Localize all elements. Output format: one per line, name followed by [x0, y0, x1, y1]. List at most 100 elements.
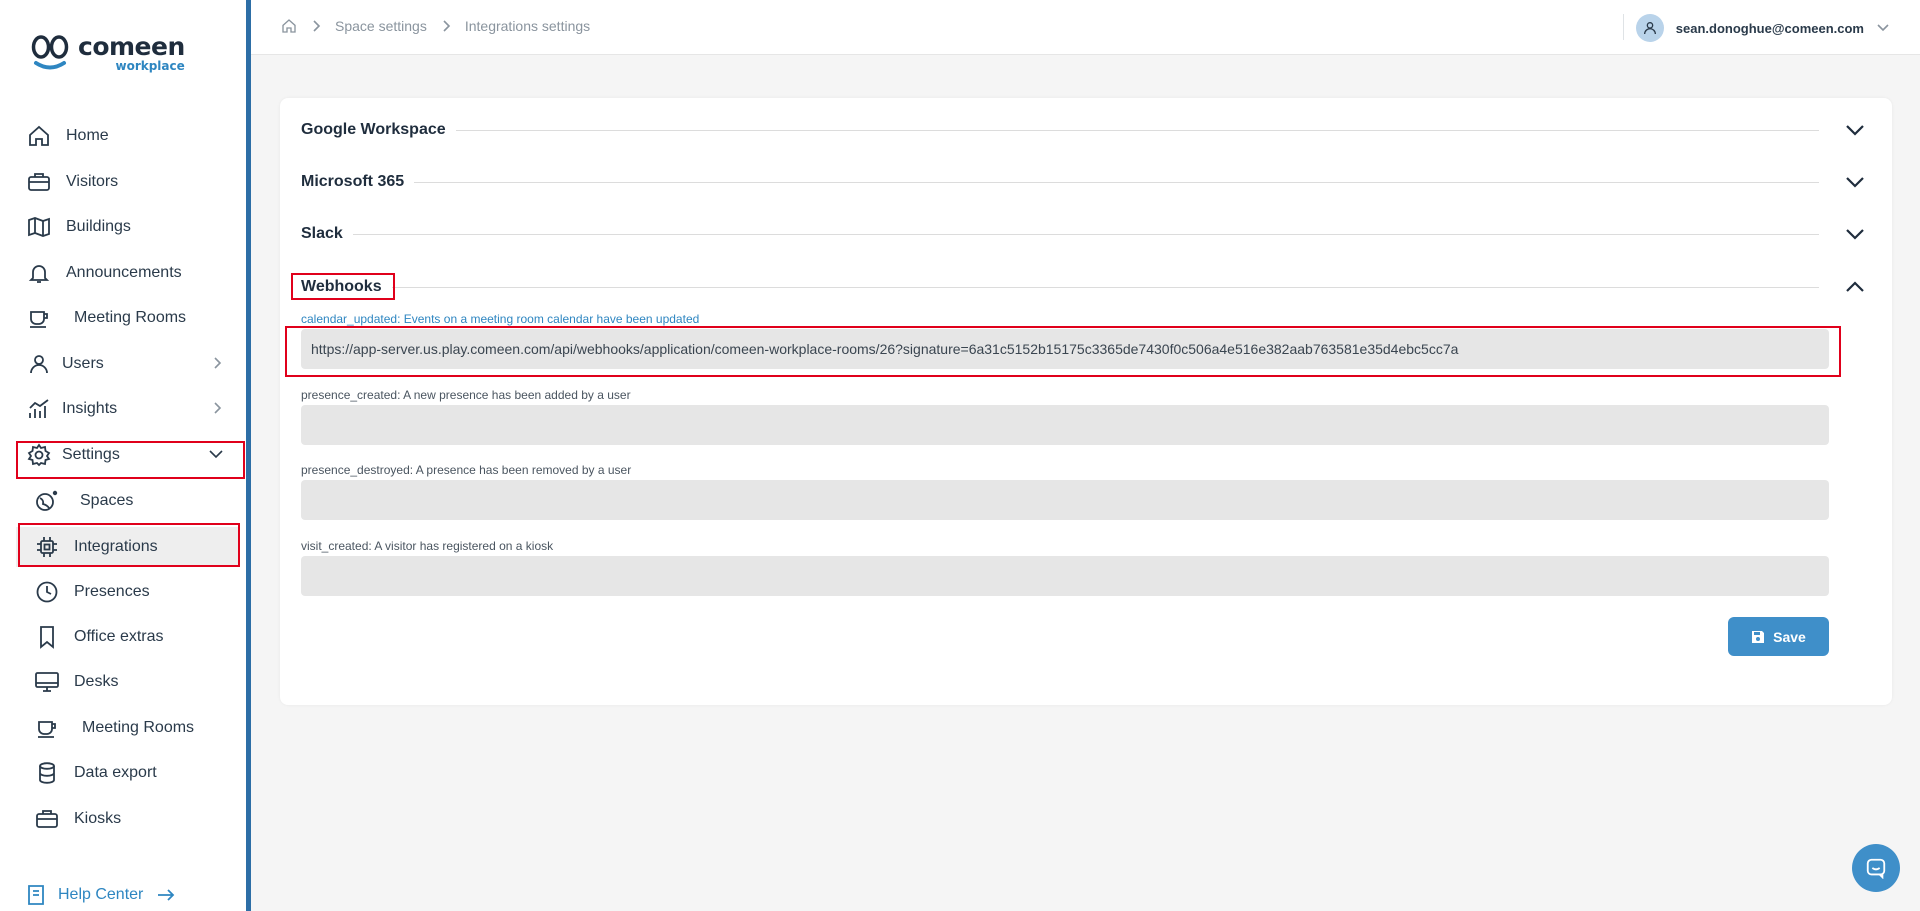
sidebar-item-label: Announcements: [66, 264, 182, 281]
chevron-right-icon: [214, 357, 222, 369]
chevron-down-icon[interactable]: [1843, 170, 1867, 194]
section-title: Microsoft 365: [301, 173, 405, 190]
sidebar-item-kiosks[interactable]: Kiosks: [16, 799, 240, 839]
sidebar-item-label: Users: [62, 355, 104, 372]
floppy-disk-icon: [1752, 630, 1765, 643]
section-microsoft-365[interactable]: Microsoft 365: [301, 167, 1867, 197]
help-center-link[interactable]: Help Center: [26, 884, 175, 906]
user-icon: [26, 351, 52, 377]
sidebar-item-label: Meeting Rooms: [74, 309, 187, 326]
chevron-down-icon: [1877, 24, 1889, 32]
sidebar-item-label: Integrations: [74, 538, 158, 555]
bell-icon: [26, 260, 52, 286]
divider: [352, 233, 1819, 235]
chevron-right-icon: [214, 402, 222, 414]
sidebar-item-label: Kiosks: [74, 810, 122, 827]
sidebar-item-home[interactable]: Home: [16, 116, 244, 156]
user-icon: [1643, 22, 1656, 35]
user-menu[interactable]: sean.donoghue@comeen.com: [1635, 14, 1890, 42]
map-icon: [26, 214, 52, 240]
sidebar-item-label: Home: [66, 127, 109, 144]
chevron-up-icon[interactable]: [1843, 275, 1867, 299]
sidebar-item-meeting-rooms-settings[interactable]: Meeting Rooms: [16, 708, 240, 748]
cup-icon: [26, 305, 52, 331]
section-title: Webhooks: [301, 278, 382, 295]
webhook-url-visit-created[interactable]: [301, 556, 1829, 596]
monitor-icon: [34, 669, 60, 695]
sidebar-item-label: Presences: [74, 583, 150, 600]
divider: [414, 181, 1819, 183]
sidebar-item-desks[interactable]: Desks: [16, 662, 240, 702]
sidebar-item-spaces[interactable]: Spaces: [16, 481, 240, 521]
sidebar-item-settings[interactable]: Settings: [16, 435, 244, 475]
breadcrumb-space-settings[interactable]: Space settings: [335, 18, 427, 34]
divider: [455, 129, 1819, 131]
arrow-right-icon: [158, 889, 175, 901]
sidebar-item-integrations[interactable]: Integrations: [16, 527, 240, 567]
save-button[interactable]: Save: [1728, 617, 1829, 656]
sidebar-item-label: Spaces: [80, 492, 134, 509]
home-icon[interactable]: [281, 18, 297, 34]
sidebar-item-label: Desks: [74, 673, 119, 690]
webhook-url-calendar-updated[interactable]: [301, 329, 1829, 369]
webhook-label-visit-created: visit_created: A visitor has registered …: [301, 539, 554, 553]
logo-mark-icon: [31, 35, 69, 70]
sidebar-item-buildings[interactable]: Buildings: [16, 207, 244, 247]
webhook-url-presence-destroyed[interactable]: [301, 480, 1829, 520]
webhook-label-presence-destroyed: presence_destroyed: A presence has been …: [301, 463, 632, 477]
webhook-url-presence-created[interactable]: [301, 405, 1829, 445]
section-slack[interactable]: Slack: [301, 219, 1867, 249]
sidebar-item-meeting-rooms[interactable]: Meeting Rooms: [16, 298, 244, 338]
cup-icon: [34, 715, 60, 741]
chip-icon: [34, 534, 60, 560]
clock-icon: [34, 579, 60, 605]
sidebar-item-visitors[interactable]: Visitors: [16, 162, 244, 202]
user-email: sean.donoghue@comeen.com: [1675, 20, 1864, 36]
chat-icon: [1866, 858, 1886, 879]
section-title: Slack: [301, 225, 343, 242]
sidebar-item-label: Insights: [62, 400, 118, 417]
chat-widget-button[interactable]: [1852, 844, 1900, 892]
section-webhooks[interactable]: Webhooks: [301, 272, 1867, 302]
sidebar-item-presences[interactable]: Presences: [16, 572, 240, 612]
sidebar-item-insights[interactable]: Insights: [16, 389, 244, 429]
chevron-right-icon: [443, 20, 450, 32]
divider: [1623, 14, 1624, 40]
chart-icon: [26, 396, 52, 422]
briefcase-icon: [34, 806, 60, 832]
bookmark-icon: [34, 624, 60, 650]
sidebar-item-label: Buildings: [66, 218, 131, 235]
logo-subtitle: workplace: [115, 59, 185, 73]
sidebar-item-label: Meeting Rooms: [82, 719, 195, 736]
chevron-down-icon[interactable]: [1843, 118, 1867, 142]
comeen-logo[interactable]: comeen workplace: [30, 34, 185, 72]
sidebar-item-label: Data export: [74, 764, 157, 781]
sidebar-item-announcements[interactable]: Announcements: [16, 253, 244, 293]
database-icon: [34, 760, 60, 786]
section-title: Google Workspace: [301, 121, 446, 138]
webhook-label-calendar-updated: calendar_updated: Events on a meeting ro…: [301, 312, 700, 326]
briefcase-icon: [26, 169, 52, 195]
gear-icon: [26, 442, 52, 468]
sidebar-item-label: Office extras: [74, 628, 164, 645]
save-button-label: Save: [1773, 628, 1806, 645]
divider: [391, 286, 1819, 288]
book-icon: [28, 885, 44, 905]
chevron-down-icon: [209, 450, 223, 459]
chevron-right-icon: [313, 20, 321, 32]
help-center-label: Help Center: [58, 886, 144, 903]
sidebar: comeen workplace Home Visitors Buildings…: [0, 0, 246, 911]
top-bar: Space settings Integrations settings sea…: [251, 0, 1920, 55]
sidebar-item-office-extras[interactable]: Office extras: [16, 617, 240, 657]
globe-icon: [34, 488, 60, 514]
breadcrumb-integrations-settings: Integrations settings: [464, 18, 591, 34]
sidebar-item-users[interactable]: Users: [16, 344, 244, 384]
sidebar-item-label: Visitors: [66, 173, 119, 190]
home-icon: [26, 123, 52, 149]
chevron-down-icon[interactable]: [1843, 222, 1867, 246]
section-google-workspace[interactable]: Google Workspace: [301, 115, 1867, 145]
breadcrumb: Space settings Integrations settings: [281, 18, 590, 34]
sidebar-item-data-export[interactable]: Data export: [16, 753, 240, 793]
logo-wordmark: comeen: [78, 32, 185, 61]
avatar: [1635, 14, 1664, 42]
